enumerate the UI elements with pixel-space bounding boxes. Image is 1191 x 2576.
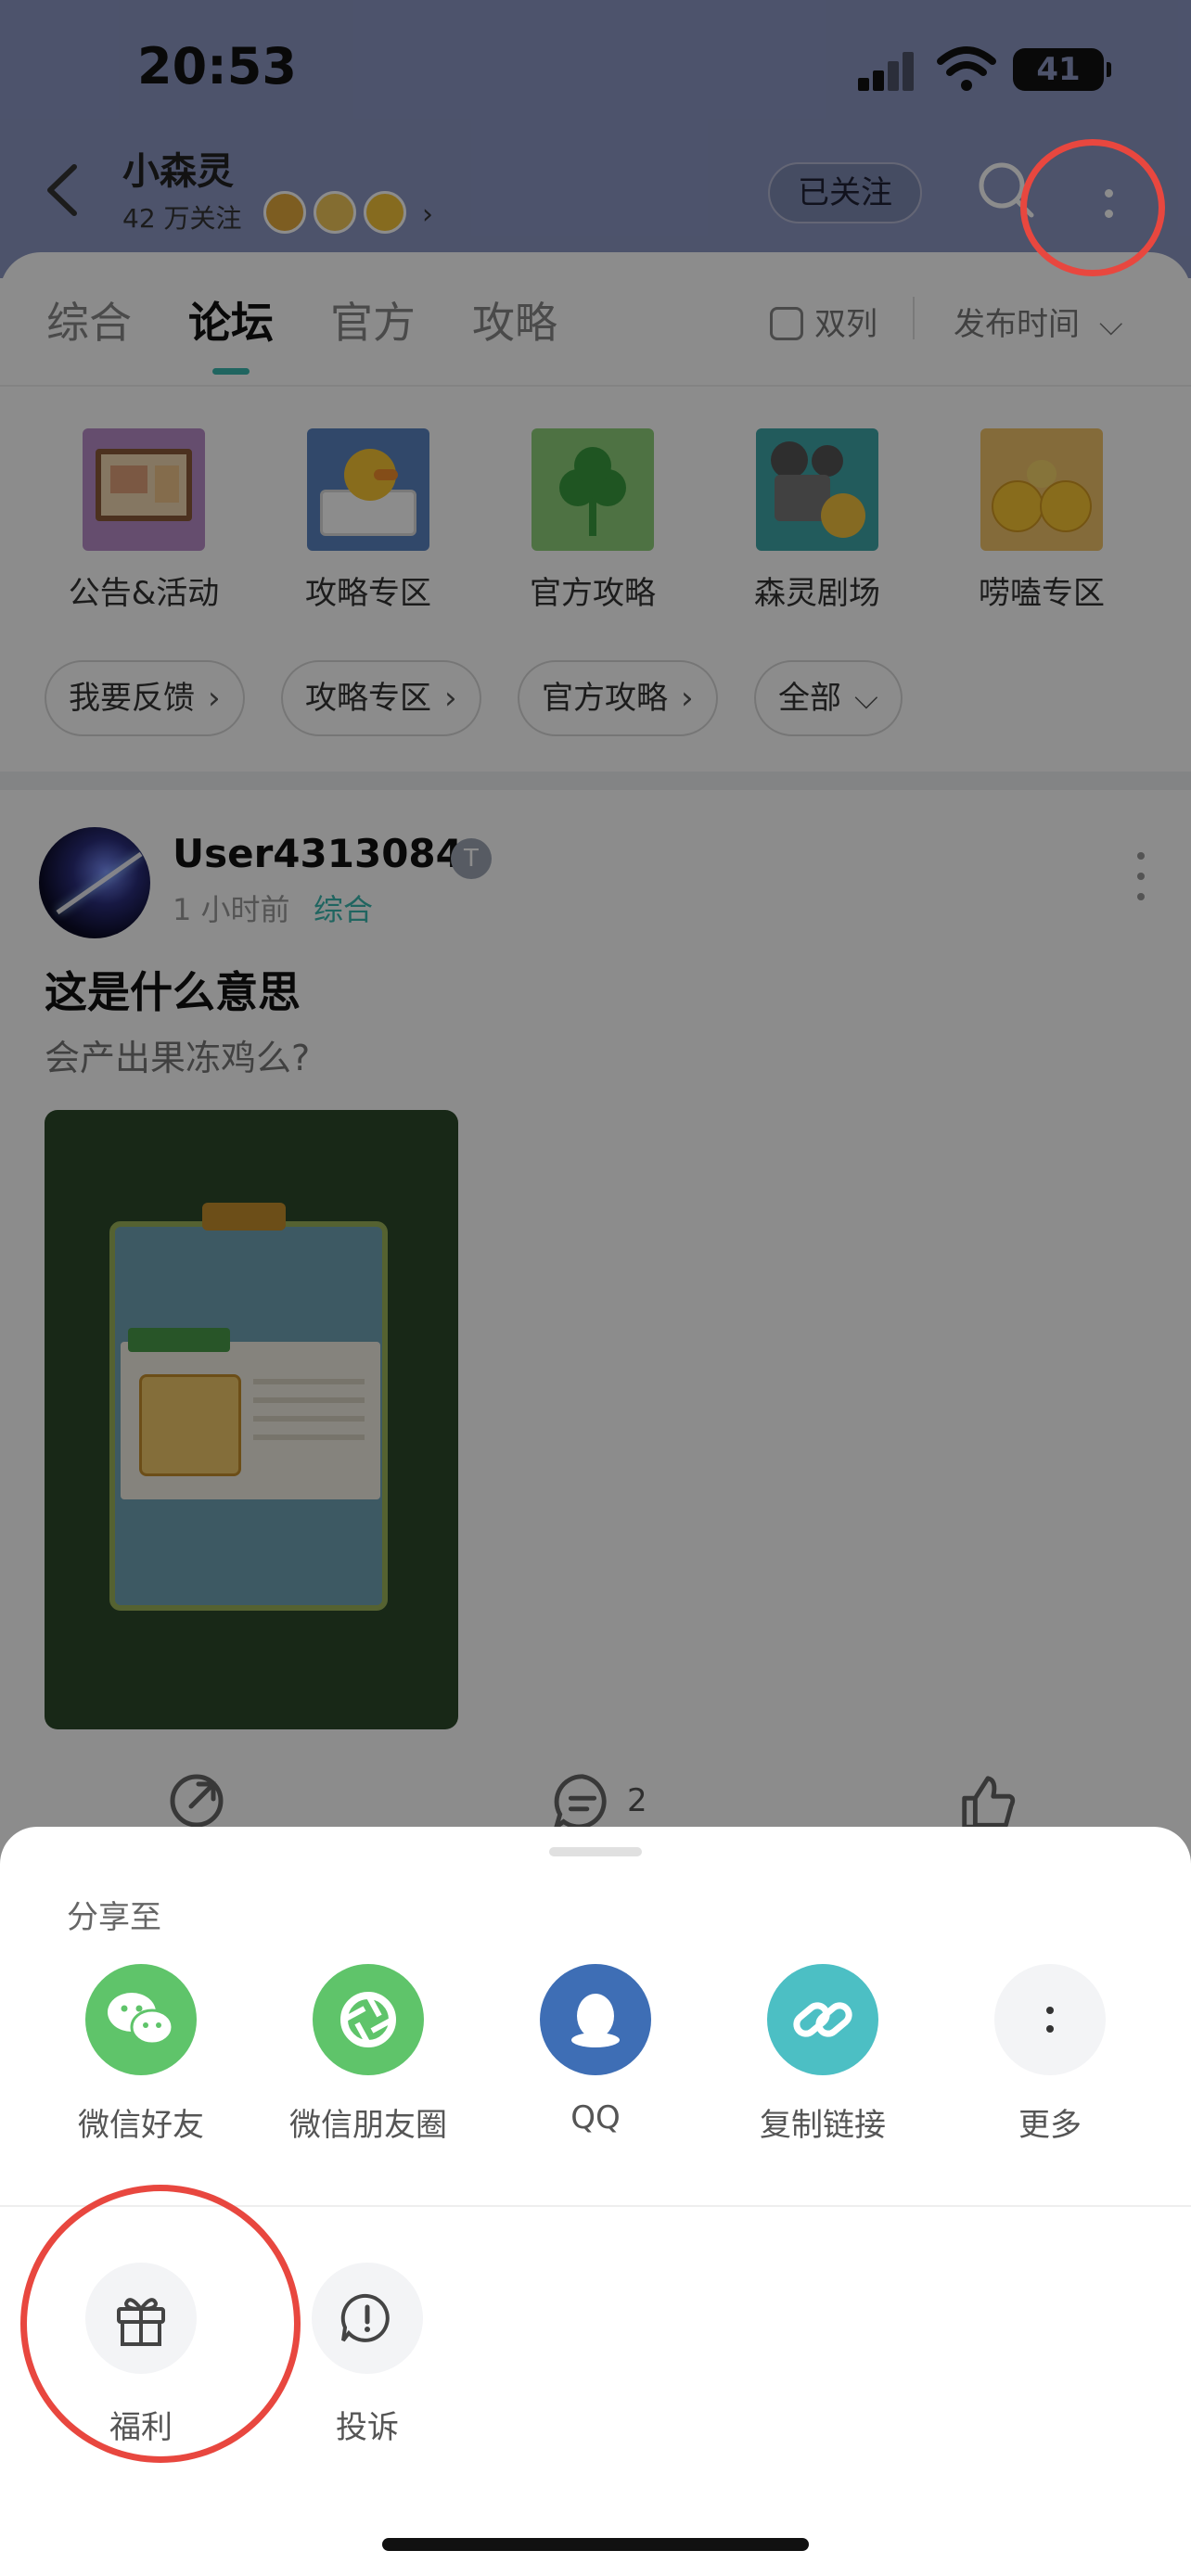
share-more[interactable]: 更多 bbox=[939, 1964, 1161, 2145]
qq-icon bbox=[540, 1964, 651, 2075]
share-target-label: 微信好友 bbox=[78, 2107, 204, 2144]
share-target-label: 微信朋友圈 bbox=[289, 2107, 447, 2144]
action-label: 投诉 bbox=[336, 2409, 399, 2446]
share-sheet-title: 分享至 bbox=[67, 1899, 161, 1936]
highlight-circle-more bbox=[1020, 139, 1165, 276]
wechat-icon bbox=[85, 1964, 197, 2075]
highlight-circle-welfare bbox=[20, 2185, 301, 2463]
more-icon bbox=[994, 1964, 1106, 2075]
link-icon bbox=[767, 1964, 878, 2075]
share-wechat-moments[interactable]: 微信朋友圈 bbox=[257, 1964, 480, 2145]
moments-icon bbox=[313, 1964, 424, 2075]
share-target-label: 复制链接 bbox=[760, 2107, 886, 2144]
share-qq[interactable]: QQ bbox=[484, 1964, 707, 2136]
action-report[interactable]: 投诉 bbox=[275, 2263, 460, 2447]
home-indicator[interactable] bbox=[382, 2538, 809, 2551]
sheet-handle[interactable] bbox=[549, 1847, 642, 1856]
report-icon bbox=[312, 2263, 423, 2374]
share-target-label: QQ bbox=[570, 2099, 621, 2136]
share-wechat-friend[interactable]: 微信好友 bbox=[30, 1964, 252, 2145]
share-target-label: 更多 bbox=[1018, 2107, 1082, 2144]
share-copy-link[interactable]: 复制链接 bbox=[711, 1964, 934, 2145]
